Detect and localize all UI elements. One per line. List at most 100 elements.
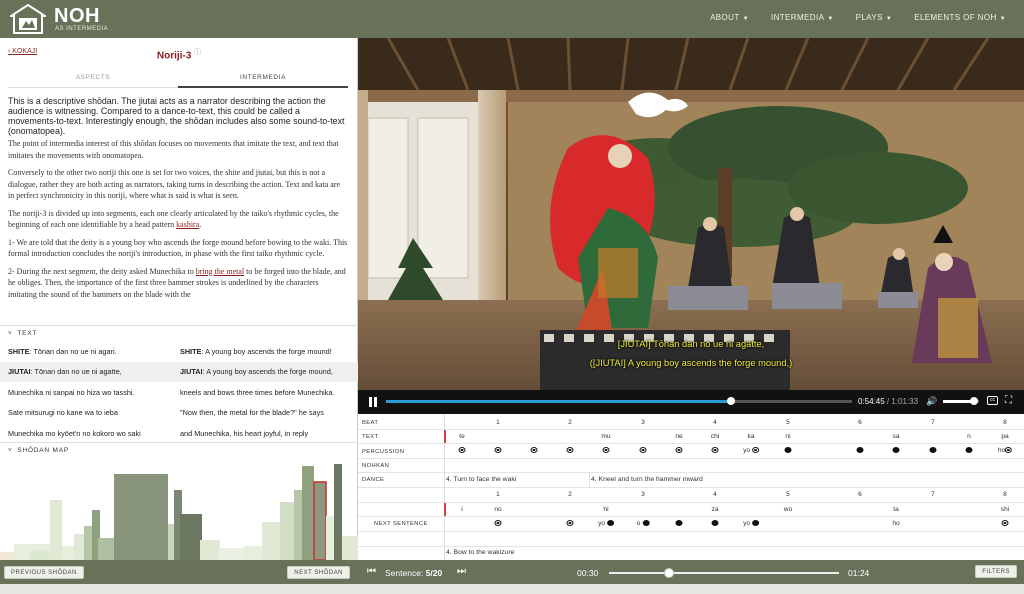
- text-section-label: TEXT: [17, 330, 38, 337]
- dance-step: 4. Turn to face the waki: [446, 476, 517, 483]
- text-syllable: mu: [601, 433, 611, 440]
- en-line: : A young boy ascends the forge mound,: [202, 367, 333, 377]
- next-shodan-button[interactable]: NEXT SHŌDAN: [287, 566, 350, 579]
- next-syllable: no: [494, 506, 502, 513]
- nav-intermedia-label: INTERMEDIA: [770, 13, 825, 22]
- text-row[interactable]: Munechika ni sanpai no hiza wo tasshi. k…: [0, 382, 358, 403]
- speaker-label: JIUTAI: [180, 367, 203, 377]
- segment-slider-knob[interactable]: [663, 568, 674, 578]
- jp-line: Sate mitsurugi no kane wa to ieba: [8, 408, 118, 418]
- progress-knob[interactable]: [726, 397, 735, 405]
- row-divider: [358, 546, 1024, 547]
- next-syllable: i: [461, 506, 463, 513]
- drum-icon: [856, 447, 864, 454]
- row-divider: [358, 487, 1024, 488]
- sentence-counter: Sentence: 5/20: [385, 568, 442, 578]
- score-table: BEAT TEXT PERCUSSION NOHKAN DANCE NEXT S…: [358, 414, 1024, 560]
- article-text-span: .: [199, 220, 202, 229]
- percussion-call: o: [637, 520, 650, 527]
- progress-track[interactable]: [386, 397, 852, 405]
- subtitle-japanese: [JIUTAI] Tōnan dan no ue ni agatte,: [617, 339, 765, 349]
- pause-icon[interactable]: [369, 397, 378, 407]
- caret-down-icon: ▼: [885, 16, 893, 22]
- article-text-span: 2- During the next segment, the deity as…: [8, 266, 196, 276]
- brand-subtitle: AS INTERMEDIA: [55, 26, 109, 32]
- text-row[interactable]: Sate mitsurugi no kane wa to ieba "Now t…: [0, 403, 358, 424]
- text-syllable: chi: [710, 433, 720, 440]
- text-row[interactable]: Munechika mo kyōet'n no kokoro wo saki a…: [0, 423, 358, 444]
- next-syllable: za: [711, 506, 719, 513]
- next-syllable: hi: [603, 506, 609, 513]
- tab-bar: ASPECTS INTERMEDIA: [8, 70, 348, 88]
- next-beat-6: 6: [858, 491, 862, 498]
- filters-button[interactable]: FILTERS: [975, 565, 1017, 578]
- sentence-value: 5/20: [425, 568, 443, 578]
- text-row[interactable]: SHITE: Tōnan dan no ue ni agari. SHITE: …: [0, 341, 358, 362]
- row-label-text: TEXT: [362, 434, 379, 440]
- article-paragraph: 2- During the next segment, the deity as…: [8, 266, 348, 301]
- beat-1: 1: [496, 419, 500, 426]
- volume-icon[interactable]: 🔊: [926, 396, 937, 407]
- brand-name[interactable]: NOH: [54, 5, 100, 28]
- text-syllable: ni: [785, 433, 791, 440]
- left-panel: ‹ KOKAJI Noriji-3 ⓘ ASPECTS INTERMEDIA T…: [0, 38, 358, 584]
- previous-shodan-button[interactable]: PREVIOUS SHŌDAN: [4, 566, 84, 579]
- next-beat-1: 1: [496, 491, 500, 498]
- row-divider: [358, 516, 1024, 517]
- row-divider: [358, 458, 1024, 459]
- fullscreen-icon[interactable]: ⛶: [1005, 395, 1012, 406]
- text-row-active[interactable]: JIUTAI: Tōnan dan no ue ni agatte, JIUTA…: [0, 361, 358, 382]
- next-beat-7: 7: [931, 491, 935, 498]
- article-text: This is a descriptive shōdan. The jiutai…: [8, 96, 348, 324]
- beat-6: 6: [858, 419, 862, 426]
- nav-intermedia[interactable]: INTERMEDIA ▼: [771, 13, 834, 22]
- noh-house-logo-icon[interactable]: [10, 4, 46, 34]
- current-time: 0:54:45: [858, 397, 885, 406]
- text-table: SHITE: Tōnan dan no ue ni agari. SHITE: …: [0, 341, 358, 444]
- shodan-nav-bar: PREVIOUS SHŌDAN NEXT SHŌDAN: [0, 560, 358, 584]
- nav-elements-of-noh[interactable]: ELEMENTS OF NOH ▼: [914, 13, 1006, 22]
- caret-down-icon: ▼: [999, 16, 1006, 22]
- en-line: kneels and bows three times before Munec…: [180, 387, 335, 397]
- article-lead: This is a descriptive shōdan. The jiutai…: [8, 96, 345, 136]
- kashira-link[interactable]: kashira: [176, 220, 199, 229]
- next-sentence-icon[interactable]: ⏭: [457, 566, 466, 577]
- progress-fill: [386, 400, 731, 403]
- next-sentence-marker: [444, 503, 446, 516]
- text-syllable: ne: [675, 433, 683, 440]
- tab-aspects[interactable]: ASPECTS: [8, 70, 178, 88]
- drum-icon: [639, 447, 647, 454]
- text-row-jp: JIUTAI: Tōnan dan no ue ni agatte,: [8, 367, 180, 376]
- sentence-label: Sentence:: [385, 568, 424, 578]
- en-line: "Now then, the metal for the blade?" he …: [180, 408, 324, 418]
- next-dance-step: 4. Bow to the wakizure: [446, 549, 515, 556]
- shodan-map-chart[interactable]: [0, 454, 358, 560]
- next-syllable: ta: [893, 506, 899, 513]
- row-label-dance: DANCE: [362, 477, 385, 483]
- info-icon[interactable]: ⓘ: [194, 49, 201, 56]
- speaker-label: SHITE: [180, 346, 202, 356]
- drum-icon: [784, 447, 792, 454]
- captions-icon[interactable]: cc: [987, 396, 998, 405]
- row-divider: [358, 531, 1024, 532]
- percussion-call-text: yo: [743, 447, 751, 454]
- percussion-call: ho: [892, 520, 900, 527]
- text-section-toggle[interactable]: ˅ TEXT: [0, 325, 358, 341]
- nav-about[interactable]: ABOUT ▼: [710, 13, 749, 22]
- drum-icon: [965, 447, 973, 454]
- row-label-percussion: PERCUSSION: [362, 449, 405, 455]
- previous-sentence-icon[interactable]: ⏮: [367, 566, 376, 577]
- volume-track[interactable]: [943, 397, 979, 405]
- bring-the-metal-link[interactable]: bring the metal: [196, 267, 244, 276]
- nav-plays[interactable]: PLAYS ▼: [856, 13, 893, 22]
- dance-step: 4. Kneel and turn the hammer inward: [591, 476, 703, 483]
- text-syllable: ka: [747, 433, 755, 440]
- tab-intermedia[interactable]: INTERMEDIA: [178, 70, 348, 88]
- segment-slider[interactable]: [609, 568, 839, 578]
- time-display: 0:54:45 / 1:01:33: [858, 397, 919, 406]
- percussion-call: yo: [743, 520, 759, 527]
- nav-about-label: ABOUT: [710, 13, 740, 22]
- volume-knob[interactable]: [969, 397, 978, 405]
- video-player[interactable]: [JIUTAI] Tōnan dan no ue ni agatte, ([JI…: [358, 38, 1024, 414]
- percussion-call: ho: [998, 447, 1013, 454]
